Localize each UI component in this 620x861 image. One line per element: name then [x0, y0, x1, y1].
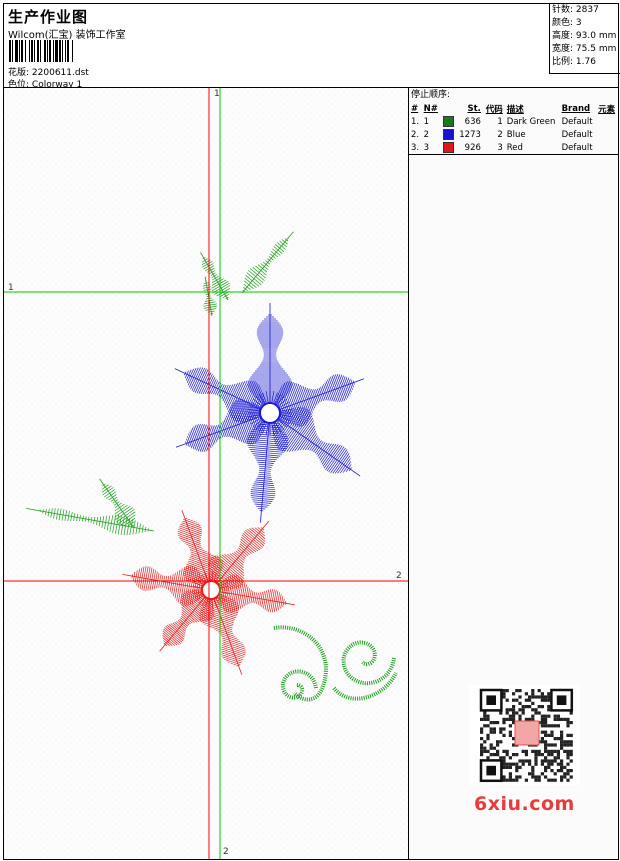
col-description: 描述 [506, 104, 524, 115]
col-n: N# [423, 103, 438, 114]
guide-label-red-bottom: 2 [223, 847, 229, 857]
table-header-row: # N# St. 代码 描述 Brand 元素 [409, 102, 618, 115]
production-sheet: 生产作业图 Wilcom(汇宝) 装饰工作室 花版: 2200611.dst 色… [0, 0, 620, 861]
guide-label-green-top: 1 [214, 89, 220, 99]
table-row[interactable]: 1. 1 636 1 Dark Green Default [409, 115, 618, 128]
color-swatch [442, 142, 454, 153]
stat-width: 宽度: 75.5 mm [552, 44, 617, 54]
design-stats: 针数: 2837 颜色: 3 高度: 93.0 mm 宽度: 75.5 mm 比… [549, 4, 620, 74]
stop-sequence-panel: 停止顺序: # N# St. 代码 描述 Brand 元素 1. 1 636 1… [409, 87, 619, 860]
table-row[interactable]: 2. 2 1273 2 Blue Default [409, 128, 618, 141]
col-swatch [441, 102, 457, 115]
stat-stitch-count: 针数: 2837 [552, 5, 599, 15]
col-brand: Brand [561, 103, 591, 114]
table-row[interactable]: 3. 3 926 3 Red Default [409, 141, 618, 154]
fabric-background [4, 88, 408, 859]
qr-code-graphic [470, 685, 580, 785]
col-code: 代码 [485, 104, 503, 115]
design-canvas[interactable]: 1 1 2 2 [3, 87, 409, 860]
col-hash: # [411, 103, 419, 114]
stop-sequence-title: 停止顺序: [411, 90, 451, 100]
guide-label-red-right: 2 [396, 571, 402, 581]
stop-sequence-table: # N# St. 代码 描述 Brand 元素 1. 1 636 1 Dark … [409, 102, 618, 154]
col-element: 元素 [598, 104, 616, 115]
guide-label-green-left: 1 [8, 283, 14, 293]
embroidery-design [4, 88, 408, 859]
sheet-header: 生产作业图 Wilcom(汇宝) 装饰工作室 花版: 2200611.dst 色… [3, 3, 620, 90]
stat-height: 高度: 93.0 mm [552, 31, 617, 41]
color-swatch [442, 116, 454, 127]
barcode [9, 40, 144, 62]
studio-name: Wilcom(汇宝) 装饰工作室 [8, 30, 126, 41]
stop-sequence-table-wrap: # N# St. 代码 描述 Brand 元素 1. 1 636 1 Dark … [409, 102, 618, 155]
stat-colors: 颜色: 3 [552, 18, 582, 28]
color-swatch [442, 129, 454, 140]
watermark-logo: 6xiu.com [474, 793, 575, 815]
stat-scale: 比例: 1.76 [552, 57, 596, 67]
page-title: 生产作业图 [8, 8, 89, 26]
col-stitches: St. [467, 103, 481, 114]
qr-code [470, 685, 580, 785]
